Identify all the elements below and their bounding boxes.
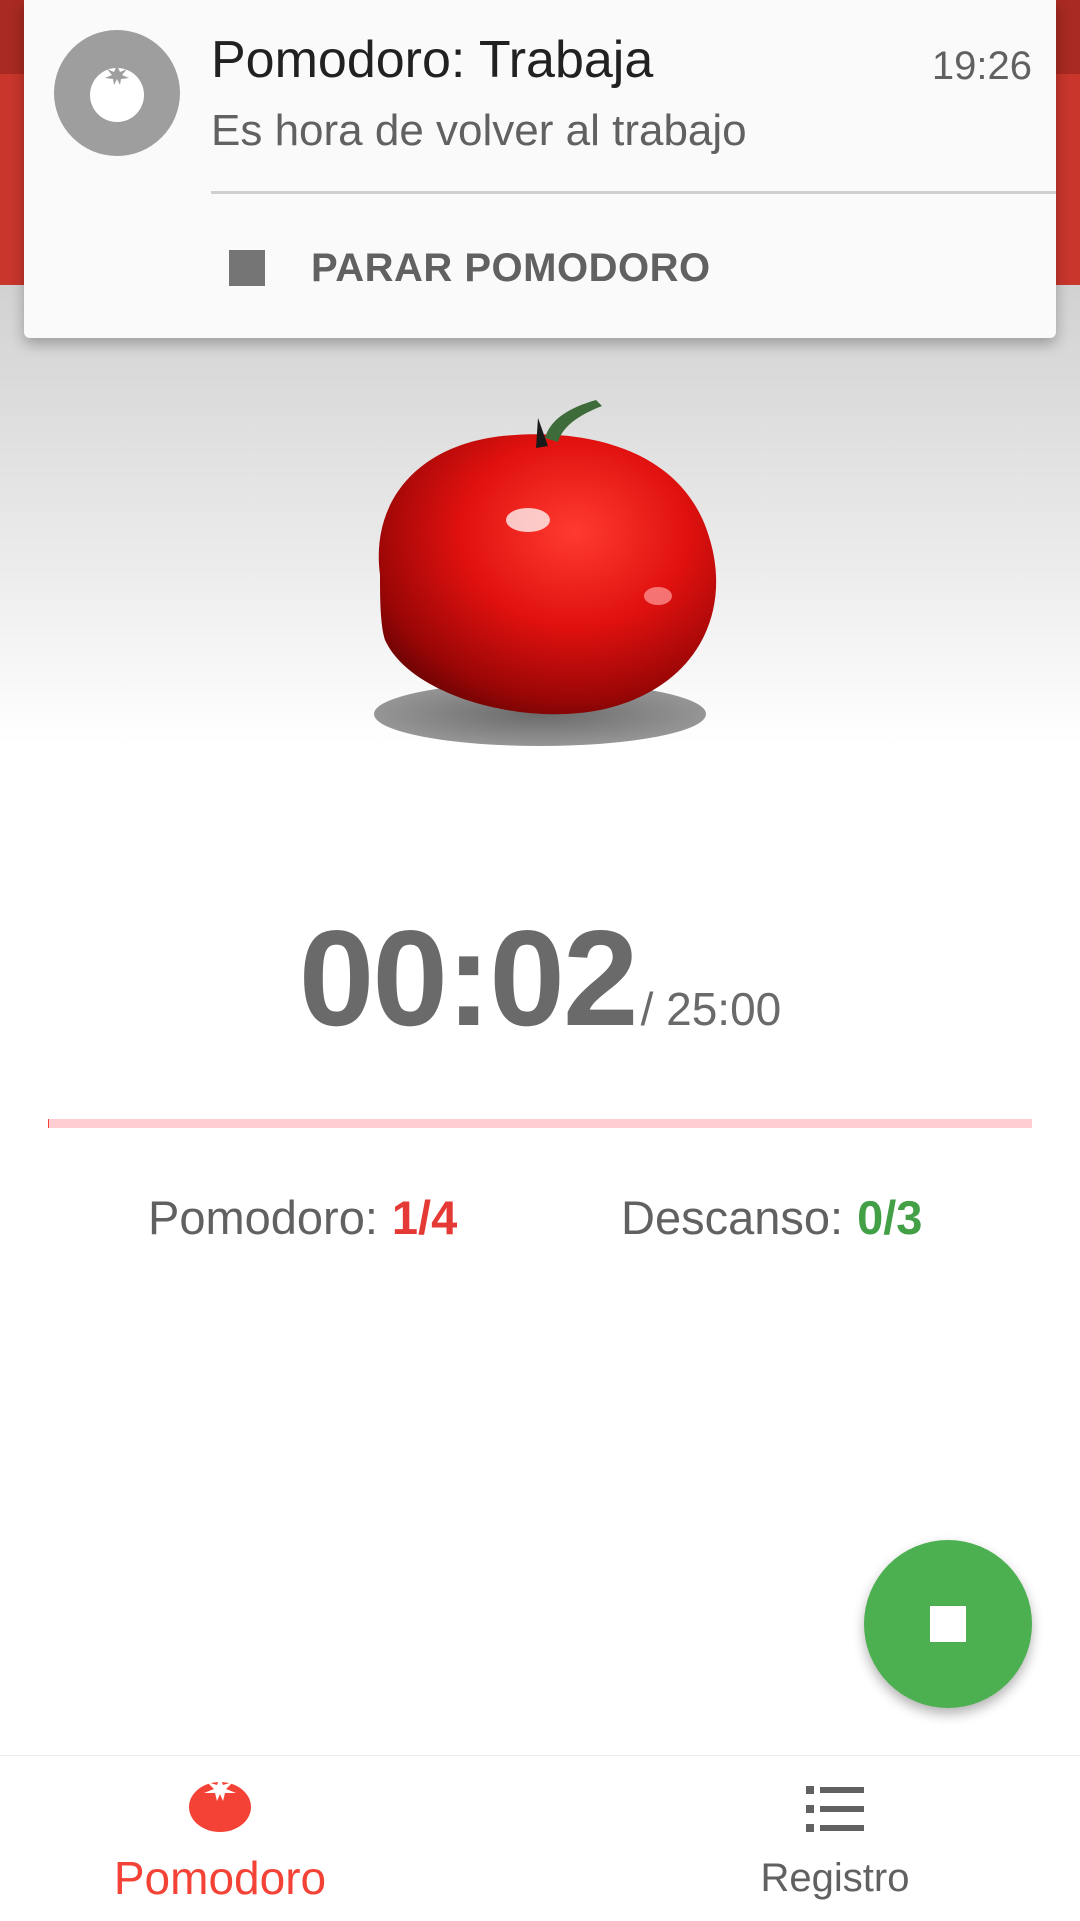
nav-item-pomodoro[interactable]: Pomodoro bbox=[0, 1756, 540, 1921]
stop-pomodoro-label: PARAR POMODORO bbox=[311, 245, 711, 290]
list-icon bbox=[806, 1786, 864, 1832]
stop-pomodoro-button[interactable]: PARAR POMODORO bbox=[229, 235, 711, 301]
stop-icon bbox=[930, 1606, 966, 1642]
notification-text: Es hora de volver al trabajo bbox=[211, 106, 747, 155]
notification-card[interactable]: Pomodoro: Trabaja 19:26 Es hora de volve… bbox=[24, 0, 1056, 338]
bottom-navigation: Pomodoro Registro bbox=[0, 1755, 1080, 1921]
tomato-icon bbox=[54, 30, 180, 156]
timer-progress-bar bbox=[48, 1119, 1032, 1128]
notification-divider bbox=[211, 191, 1056, 194]
timer-display: 00:02/ 25:00 bbox=[0, 900, 1080, 1056]
notification-time: 19:26 bbox=[931, 44, 1032, 88]
tomato-illustration bbox=[374, 400, 717, 746]
descanso-counter: Descanso: 0/3 bbox=[621, 1190, 922, 1245]
notification-title: Pomodoro: Trabaja bbox=[211, 31, 654, 89]
stop-icon bbox=[229, 250, 265, 286]
pomodoro-counter-value: 1/4 bbox=[391, 1191, 458, 1244]
stop-fab-button[interactable] bbox=[864, 1540, 1032, 1708]
total-time: / 25:00 bbox=[640, 983, 782, 1035]
tomato-icon bbox=[189, 1771, 251, 1832]
nav-item-registro[interactable]: Registro bbox=[540, 1756, 1080, 1921]
timer-progress-fill bbox=[48, 1119, 50, 1128]
descanso-counter-label: Descanso: bbox=[621, 1191, 844, 1244]
descanso-counter-value: 0/3 bbox=[857, 1191, 923, 1244]
nav-label-pomodoro: Pomodoro bbox=[113, 1852, 327, 1904]
elapsed-time: 00:02 bbox=[298, 902, 639, 1054]
nav-label-registro: Registro bbox=[760, 1856, 910, 1900]
pomodoro-counter: Pomodoro: 1/4 bbox=[148, 1190, 457, 1245]
pomodoro-counter-label: Pomodoro: bbox=[148, 1191, 378, 1244]
